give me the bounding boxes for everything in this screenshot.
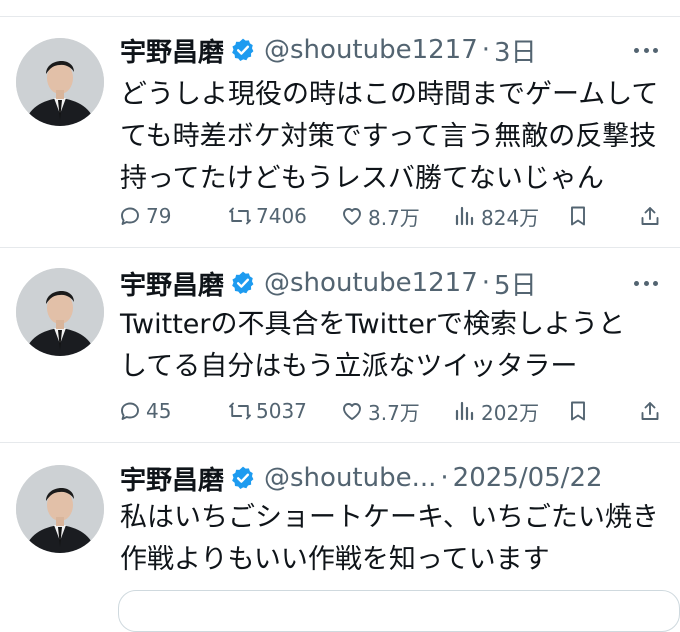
display-name[interactable]: 宇野昌磨 xyxy=(120,265,224,302)
tweet-header: 宇野昌磨 @shoutube1217 · 5日 xyxy=(120,265,537,301)
timestamp[interactable]: 5日 xyxy=(494,265,537,302)
share-icon xyxy=(638,399,662,423)
display-name[interactable]: 宇野昌磨 xyxy=(120,460,224,497)
tweet-3[interactable]: 宇野昌磨 @shoutube... · 2025/05/22 私はいちごショート… xyxy=(0,443,680,632)
reply-icon xyxy=(118,399,142,423)
like-icon xyxy=(340,399,364,423)
avatar-image xyxy=(16,38,104,126)
like-button[interactable]: 8.7万 xyxy=(340,201,420,231)
bookmark-icon xyxy=(566,399,590,423)
tweet-text: 私はいちごショートケーキ、いちごたい焼き 作戦よりもいい作戦を知っています xyxy=(120,497,665,581)
reply-count: 79 xyxy=(146,204,172,228)
like-icon xyxy=(340,204,364,228)
views-button[interactable]: 202万 xyxy=(453,396,539,426)
views-icon xyxy=(453,399,477,423)
retweet-icon xyxy=(228,204,252,228)
view-count: 202万 xyxy=(481,400,540,425)
tweet-text-line: 私はいちごショートケーキ、いちごたい焼き xyxy=(120,502,659,533)
separator-dot: · xyxy=(481,35,491,65)
avatar[interactable] xyxy=(16,268,104,356)
avatar-image xyxy=(16,465,104,553)
like-button[interactable]: 3.7万 xyxy=(340,396,420,426)
views-icon xyxy=(453,204,477,228)
verified-badge-icon xyxy=(230,37,256,63)
retweet-button[interactable]: 5037 xyxy=(228,396,307,426)
like-count: 8.7万 xyxy=(368,205,420,230)
bookmark-icon xyxy=(566,204,590,228)
view-count: 824万 xyxy=(481,205,540,230)
like-count: 3.7万 xyxy=(368,400,420,425)
retweet-button[interactable]: 7406 xyxy=(228,201,307,231)
reply-count: 45 xyxy=(146,399,172,423)
timestamp[interactable]: 2025/05/22 xyxy=(453,463,603,493)
verified-badge-icon xyxy=(230,465,256,491)
user-handle[interactable]: @shoutube1217 xyxy=(264,268,478,298)
reply-button[interactable]: 79 xyxy=(118,201,171,231)
tweet-text-line: Twitterの不具合をTwitterで検索しようと xyxy=(120,309,625,340)
tweet-header: 宇野昌磨 @shoutube1217 · 3日 xyxy=(120,32,537,68)
user-handle[interactable]: @shoutube1217 xyxy=(264,35,478,65)
bookmark-button[interactable] xyxy=(566,396,594,426)
tweet-text-line: ても時差ボケ対策ですって言う無敵の反撃技 xyxy=(120,121,657,152)
tweet-2[interactable]: 宇野昌磨 @shoutube1217 · 5日 Twitterの不具合をTwit… xyxy=(0,248,680,442)
tweet-text-line: してる自分はもう立派なツイッタラー xyxy=(120,351,578,382)
tweet-text-line: どうしよ現役の時はこの時間までゲームして xyxy=(120,79,659,110)
reply-icon xyxy=(118,204,142,228)
quoted-media-frame[interactable] xyxy=(118,590,680,632)
more-options-icon[interactable] xyxy=(634,279,658,287)
tweet-text-line: 作戦よりもいい作戦を知っています xyxy=(120,544,550,575)
share-icon xyxy=(638,204,662,228)
reply-button[interactable]: 45 xyxy=(118,396,171,426)
share-button[interactable] xyxy=(638,396,666,426)
share-button[interactable] xyxy=(638,201,666,231)
more-options-icon[interactable] xyxy=(634,46,658,54)
avatar[interactable] xyxy=(16,38,104,126)
timestamp[interactable]: 3日 xyxy=(494,32,537,69)
separator-dot: · xyxy=(481,268,491,298)
user-handle[interactable]: @shoutube... xyxy=(264,463,436,493)
action-bar: 45 5037 3.7万 202万 xyxy=(118,396,663,426)
views-button[interactable]: 824万 xyxy=(453,201,539,231)
tweet-header: 宇野昌磨 @shoutube... · 2025/05/22 xyxy=(120,460,603,496)
retweet-count: 7406 xyxy=(256,204,307,228)
avatar[interactable] xyxy=(16,465,104,553)
tweet-1[interactable]: 宇野昌磨 @shoutube1217 · 3日 どうしよ現役の時はこの時間までゲ… xyxy=(0,0,680,247)
tweet-text: Twitterの不具合をTwitterで検索しようと してる自分はもう立派なツイ… xyxy=(120,304,665,388)
separator-dot: · xyxy=(440,463,449,493)
retweet-icon xyxy=(228,399,252,423)
avatar-image xyxy=(16,268,104,356)
retweet-count: 5037 xyxy=(256,399,307,423)
action-bar: 79 7406 8.7万 824万 xyxy=(118,201,663,231)
tweet-text-line: 持ってたけどもうレスバ勝てないじゃん xyxy=(120,163,604,194)
display-name[interactable]: 宇野昌磨 xyxy=(120,32,224,69)
verified-badge-icon xyxy=(230,270,256,296)
bookmark-button[interactable] xyxy=(566,201,594,231)
tweet-text: どうしよ現役の時はこの時間までゲームして ても時差ボケ対策ですって言う無敵の反撃… xyxy=(120,74,665,200)
